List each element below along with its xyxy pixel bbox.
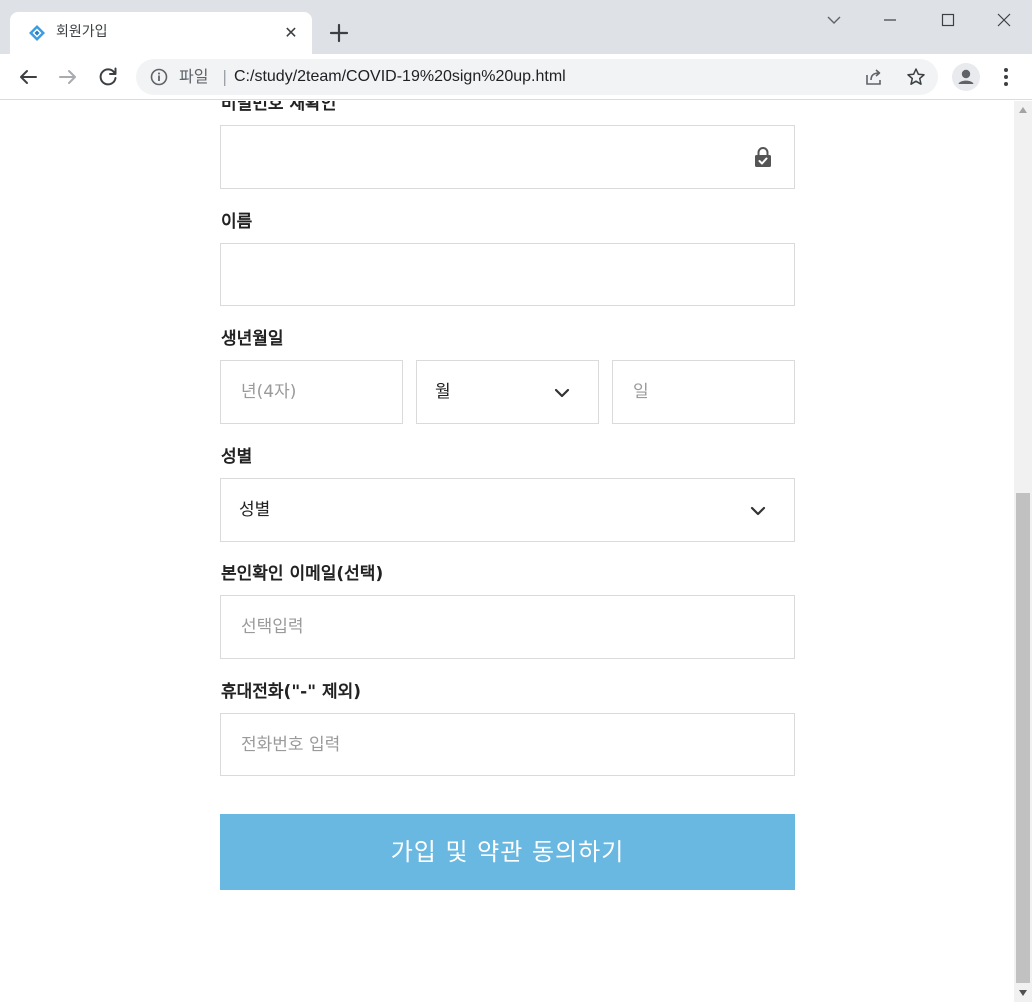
phone-input[interactable]: 전화번호 입력 <box>220 713 795 776</box>
birth-month-value: 월 <box>435 382 451 402</box>
phone-label: 휴대전화("-" 제외) <box>221 682 362 702</box>
email-placeholder: 선택입력 <box>241 617 304 637</box>
profile-avatar-icon[interactable] <box>952 63 980 91</box>
birth-label: 생년월일 <box>221 329 284 349</box>
browser-menu-icon[interactable] <box>996 65 1016 89</box>
share-icon[interactable] <box>864 67 884 87</box>
tab-close-icon[interactable]: ✕ <box>280 22 302 44</box>
birth-day-placeholder: 일 <box>633 382 649 402</box>
birth-month-select[interactable]: 월 <box>416 360 599 424</box>
lock-check-icon <box>755 147 771 167</box>
tab-title: 회원가입 <box>56 24 108 40</box>
password-confirm-input[interactable] <box>220 125 795 189</box>
tab-search-chevron-icon[interactable] <box>820 8 848 32</box>
forward-arrow-icon[interactable] <box>54 63 82 91</box>
gender-select[interactable]: 성별 <box>220 478 795 542</box>
name-label: 이름 <box>221 212 253 232</box>
address-url[interactable]: C:/study/2team/COVID-19%20sign%20up.html <box>234 67 566 87</box>
scroll-thumb[interactable] <box>1016 493 1030 983</box>
gender-label: 성별 <box>221 447 253 467</box>
address-separator: | <box>222 67 228 86</box>
signup-submit-button[interactable]: 가입 및 약관 동의하기 <box>220 814 795 890</box>
browser-titlebar: 회원가입 ✕ <box>0 0 1032 54</box>
password-confirm-label: 비밀번호 재확인 <box>221 101 337 114</box>
maximize-icon[interactable] <box>934 8 962 32</box>
bookmark-star-icon[interactable] <box>906 67 926 87</box>
close-window-icon[interactable] <box>990 8 1018 32</box>
name-input[interactable] <box>220 243 795 306</box>
info-icon[interactable] <box>150 68 168 86</box>
email-input[interactable]: 선택입력 <box>220 595 795 659</box>
reload-icon[interactable] <box>94 63 122 91</box>
scroll-up-arrow-icon[interactable] <box>1019 107 1027 113</box>
favicon-icon <box>29 25 45 41</box>
new-tab-icon[interactable] <box>326 20 352 46</box>
chevron-down-icon <box>554 388 570 398</box>
address-bar[interactable]: 파일 | C:/study/2team/COVID-19%20sign%20up… <box>136 59 938 95</box>
birth-year-placeholder: 년(4자) <box>241 382 297 402</box>
chevron-down-icon <box>750 506 766 516</box>
browser-tab[interactable]: 회원가입 ✕ <box>10 12 312 54</box>
page-viewport: 비밀번호 재확인 이름 생년월일 년(4자) 월 일 성별 성별 본인확인 이메… <box>0 101 1032 1002</box>
page-scrollbar[interactable] <box>1014 101 1032 1002</box>
email-label: 본인확인 이메일(선택) <box>221 564 384 584</box>
browser-toolbar: 파일 | C:/study/2team/COVID-19%20sign%20up… <box>0 54 1032 100</box>
minimize-icon[interactable] <box>876 8 904 32</box>
gender-value: 성별 <box>239 500 271 520</box>
scroll-down-arrow-icon[interactable] <box>1019 990 1027 996</box>
phone-placeholder: 전화번호 입력 <box>241 735 341 755</box>
address-scheme: 파일 <box>179 67 209 86</box>
birth-day-input[interactable]: 일 <box>612 360 795 424</box>
back-arrow-icon[interactable] <box>14 63 42 91</box>
birth-year-input[interactable]: 년(4자) <box>220 360 403 424</box>
